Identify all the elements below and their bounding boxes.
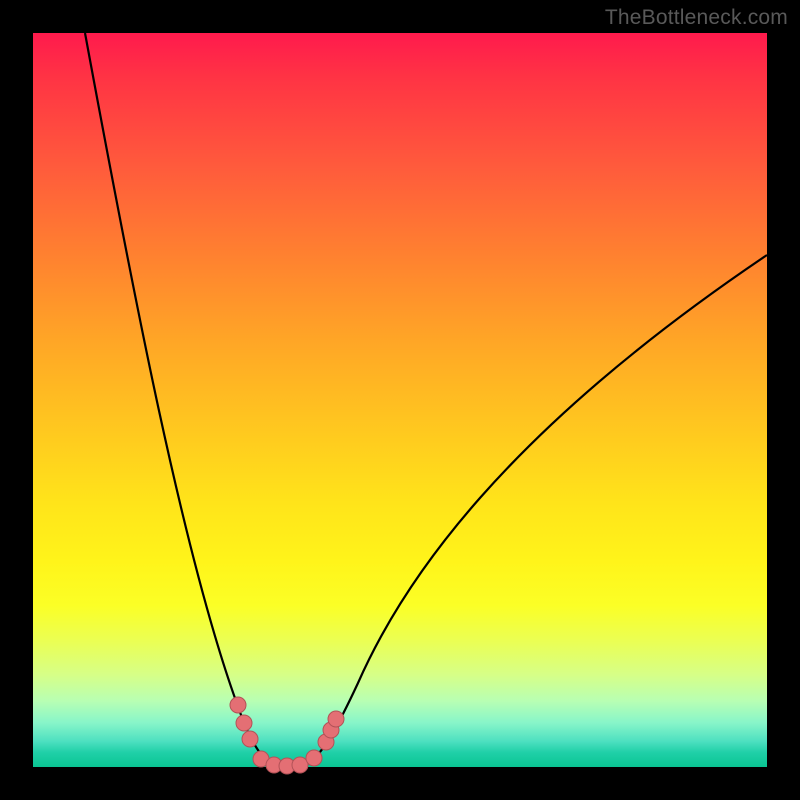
bottleneck-curve	[85, 33, 767, 768]
data-marker	[292, 757, 308, 773]
marker-group	[230, 697, 344, 774]
data-marker	[306, 750, 322, 766]
data-marker	[236, 715, 252, 731]
brand-watermark: TheBottleneck.com	[605, 6, 788, 30]
chart-svg	[33, 33, 767, 767]
data-marker	[328, 711, 344, 727]
data-marker	[242, 731, 258, 747]
data-marker	[230, 697, 246, 713]
plot-area	[33, 33, 767, 767]
chart-frame: TheBottleneck.com	[0, 0, 800, 800]
